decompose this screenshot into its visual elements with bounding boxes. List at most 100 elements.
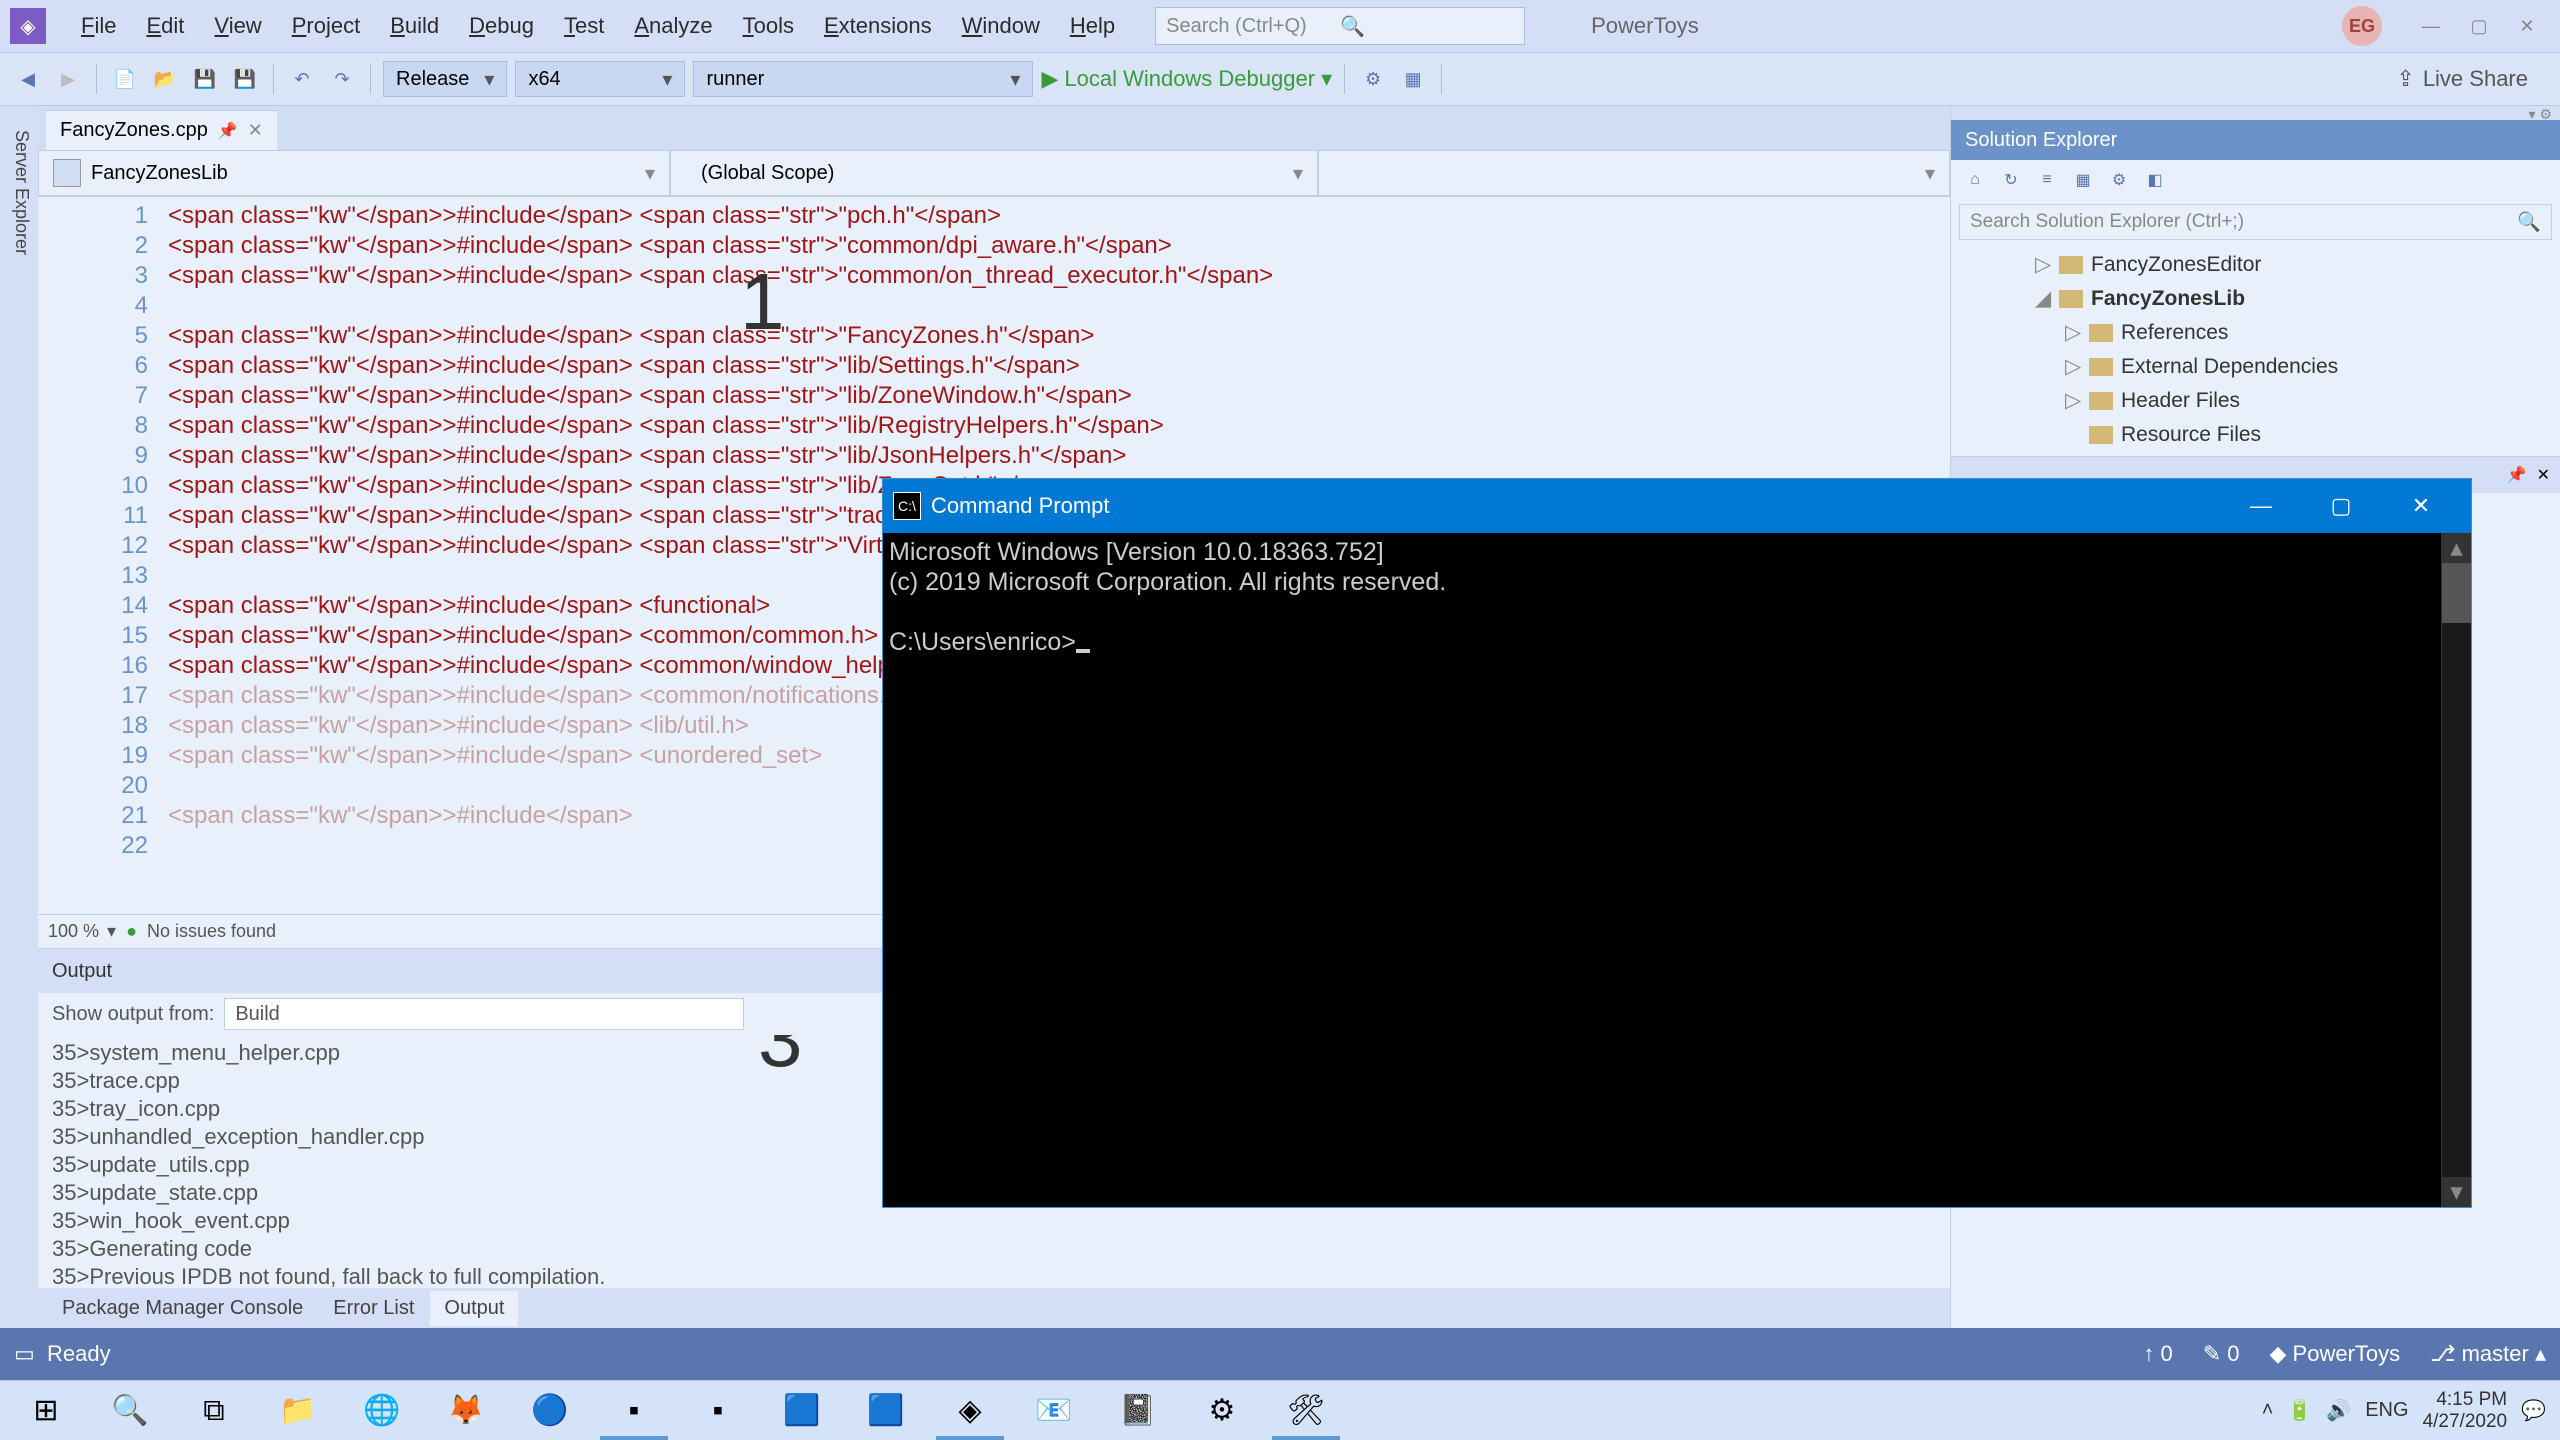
scroll-up-icon[interactable]: ▴: [2442, 533, 2471, 563]
close-tab-icon[interactable]: ✕: [248, 120, 263, 141]
platform-dropdown[interactable]: x64: [515, 61, 685, 97]
left-tab[interactable]: Server Explorer: [5, 116, 38, 1328]
tree-item[interactable]: ▷External Dependencies: [1965, 350, 2546, 384]
tool-icon[interactable]: ⚙: [1357, 63, 1389, 95]
zoom-dropdown[interactable]: 100 % ▾: [48, 921, 116, 942]
output-tab[interactable]: Package Manager Console: [48, 1291, 317, 1326]
vscode-icon[interactable]: 🟦: [844, 1382, 928, 1440]
startup-project-dropdown[interactable]: runner: [693, 61, 1033, 97]
fancyzones-zone-number-1: 1: [740, 287, 785, 317]
properties-icon[interactable]: ⚙: [2103, 164, 2135, 196]
configuration-dropdown[interactable]: Release: [383, 61, 507, 97]
tree-item[interactable]: ▷References: [1965, 316, 2546, 350]
panel-close-icon[interactable]: ✕: [2537, 465, 2550, 485]
visual-studio-taskbar-icon[interactable]: ◈: [928, 1382, 1012, 1440]
close-button[interactable]: ✕: [2504, 10, 2550, 42]
left-toolwindow-tabs: Server ExplorerToolboxData SourcesTest E…: [0, 106, 38, 1328]
user-avatar[interactable]: EG: [2342, 6, 2382, 46]
project-icon: [53, 159, 81, 187]
start-debugging-button[interactable]: ▶ Local Windows Debugger ▾: [1041, 66, 1332, 92]
scroll-down-icon[interactable]: ▾: [2442, 1177, 2471, 1207]
menu-view[interactable]: View: [200, 7, 275, 45]
menu-extensions[interactable]: Extensions: [810, 7, 946, 45]
collapse-icon[interactable]: ≡: [2031, 164, 2063, 196]
left-tab[interactable]: Toolbox: [0, 116, 5, 1328]
firefox-icon[interactable]: 🦊: [424, 1382, 508, 1440]
scroll-thumb[interactable]: [2442, 563, 2471, 623]
tree-item[interactable]: ▷FancyZonesEditor: [1965, 248, 2546, 282]
new-icon[interactable]: 📄: [109, 63, 141, 95]
show-all-icon[interactable]: ▦: [2067, 164, 2099, 196]
solution-search-input[interactable]: Search Solution Explorer (Ctrl+;)🔍: [1959, 204, 2552, 240]
forward-icon[interactable]: ▶: [52, 63, 84, 95]
maximize-button[interactable]: ▢: [2456, 10, 2502, 42]
branch-name[interactable]: ⎇ master ▴: [2430, 1341, 2546, 1367]
output-tab[interactable]: Output: [430, 1291, 518, 1326]
menu-analyze[interactable]: Analyze: [620, 7, 726, 45]
tree-item[interactable]: ◢FancyZonesLib: [1965, 282, 2546, 316]
app-icon-2[interactable]: ⚙: [1180, 1382, 1264, 1440]
save-all-icon[interactable]: 💾: [229, 63, 261, 95]
notifications-icon[interactable]: 💬: [2521, 1398, 2546, 1423]
cmd-scrollbar[interactable]: ▴ ▾: [2441, 533, 2471, 1207]
menu-test[interactable]: Test: [550, 7, 618, 45]
liveshare-button[interactable]: ⇪ Live Share: [2396, 66, 2528, 92]
quick-search-input[interactable]: Search (Ctrl+Q)🔍: [1155, 7, 1525, 45]
scope-dropdown[interactable]: (Global Scope): [670, 150, 1318, 196]
edge-icon[interactable]: 🌐: [340, 1382, 424, 1440]
command-prompt-window[interactable]: C:\ Command Prompt — ▢ ✕ Microsoft Windo…: [882, 478, 2472, 1208]
pin-icon[interactable]: 📌: [218, 121, 238, 141]
battery-icon[interactable]: 🔋: [2287, 1398, 2312, 1423]
menu-tools[interactable]: Tools: [729, 7, 808, 45]
cmd-close-button[interactable]: ✕: [2381, 479, 2461, 533]
app-icon[interactable]: 📓: [1096, 1382, 1180, 1440]
project-scope-dropdown[interactable]: FancyZonesLib: [38, 150, 670, 196]
pending-changes[interactable]: ↑ 0: [2143, 1341, 2172, 1367]
tree-item[interactable]: ▷Header Files: [1965, 384, 2546, 418]
search-button[interactable]: 🔍: [88, 1382, 172, 1440]
cmd-minimize-button[interactable]: —: [2221, 479, 2301, 533]
solution-tree[interactable]: ▷FancyZonesEditor◢FancyZonesLib▷Referenc…: [1951, 244, 2560, 456]
open-icon[interactable]: 📂: [149, 63, 181, 95]
powershell-icon[interactable]: 🟦: [760, 1382, 844, 1440]
clock[interactable]: 4:15 PM4/27/2020: [2423, 1389, 2508, 1433]
repo-name[interactable]: ◆ PowerToys: [2270, 1341, 2401, 1367]
cmd-terminal[interactable]: Microsoft Windows [Version 10.0.18363.75…: [883, 533, 2471, 1207]
sync-icon[interactable]: ↻: [1995, 164, 2027, 196]
menu-file[interactable]: File: [67, 7, 130, 45]
menu-help[interactable]: Help: [1056, 7, 1129, 45]
menu-window[interactable]: Window: [948, 7, 1054, 45]
chrome-icon[interactable]: 🔵: [508, 1382, 592, 1440]
outlook-icon[interactable]: 📧: [1012, 1382, 1096, 1440]
start-button[interactable]: ⊞: [4, 1382, 88, 1440]
preview-icon[interactable]: ◧: [2139, 164, 2171, 196]
file-tab-active[interactable]: FancyZones.cpp 📌 ✕: [46, 110, 277, 150]
terminal-icon[interactable]: ▪: [676, 1382, 760, 1440]
undo-icon[interactable]: ↶: [286, 63, 318, 95]
menu-project[interactable]: Project: [278, 7, 374, 45]
menu-edit[interactable]: Edit: [132, 7, 198, 45]
cmd-title-bar[interactable]: C:\ Command Prompt — ▢ ✕: [883, 479, 2471, 533]
language-indicator[interactable]: ENG: [2365, 1399, 2408, 1422]
redo-icon[interactable]: ↷: [326, 63, 358, 95]
pending-edits[interactable]: ✎ 0: [2203, 1341, 2240, 1367]
task-view-button[interactable]: ⧉: [172, 1382, 256, 1440]
cmd-taskbar-icon[interactable]: ▪: [592, 1382, 676, 1440]
home-icon[interactable]: ⌂: [1959, 164, 1991, 196]
output-tab[interactable]: Error List: [319, 1291, 428, 1326]
tool-icon-2[interactable]: ▦: [1397, 63, 1429, 95]
output-source-dropdown[interactable]: Build: [224, 998, 744, 1030]
back-icon[interactable]: ◀: [12, 63, 44, 95]
powertoys-icon[interactable]: 🛠: [1264, 1382, 1348, 1440]
volume-icon[interactable]: 🔊: [2326, 1398, 2351, 1423]
panel-pin-icon[interactable]: 📌: [2507, 465, 2527, 485]
tree-item[interactable]: Resource Files: [1965, 418, 2546, 452]
tray-chevron-icon[interactable]: ˄: [2262, 1399, 2274, 1422]
menu-debug[interactable]: Debug: [455, 7, 548, 45]
save-icon[interactable]: 💾: [189, 63, 221, 95]
minimize-button[interactable]: —: [2408, 10, 2454, 42]
file-explorer-icon[interactable]: 📁: [256, 1382, 340, 1440]
member-dropdown[interactable]: [1318, 150, 1950, 196]
cmd-maximize-button[interactable]: ▢: [2301, 479, 2381, 533]
menu-build[interactable]: Build: [376, 7, 453, 45]
